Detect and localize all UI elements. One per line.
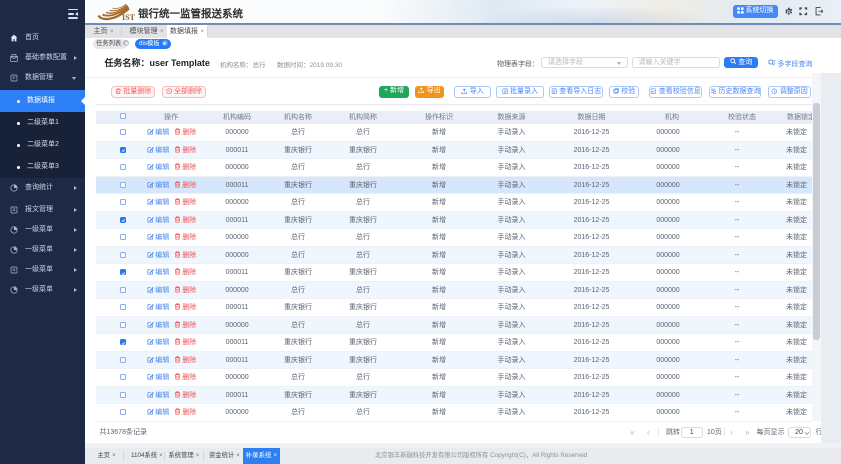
svg-text:IST: IST bbox=[122, 13, 136, 21]
